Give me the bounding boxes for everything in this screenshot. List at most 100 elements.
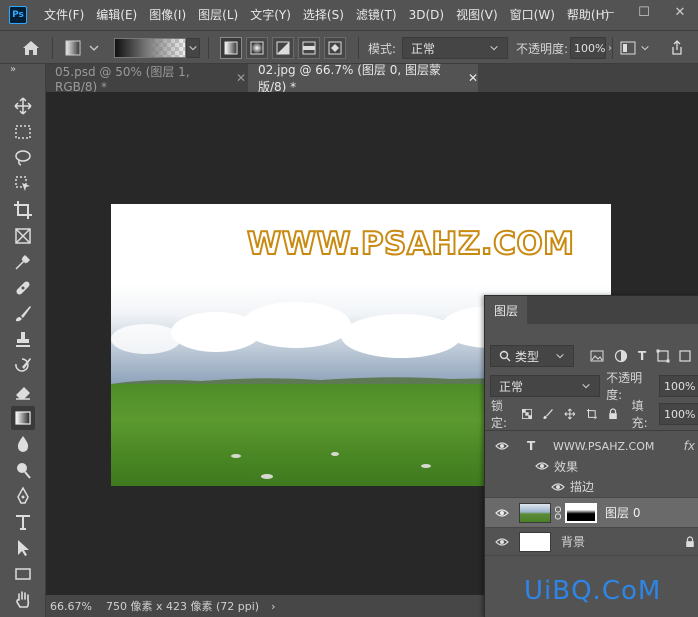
blend-opacity-row: 正常 不透明度: 100%: [485, 371, 698, 402]
layer-mask-thumbnail[interactable]: [565, 502, 597, 523]
photoshop-logo: Ps: [9, 6, 27, 24]
brush-tool[interactable]: [11, 302, 35, 326]
layer-name[interactable]: WWW.PSAHZ.COM: [553, 440, 654, 453]
visibility-eye-icon[interactable]: [535, 461, 549, 471]
layer-name[interactable]: 图层 0: [605, 504, 640, 521]
link-chain-icon[interactable]: [554, 506, 562, 520]
eyedropper-icon: [15, 254, 31, 270]
menu-layer[interactable]: 图层(L): [192, 0, 244, 30]
reflected-gradient-button[interactable]: [298, 37, 320, 59]
tab-05-psd[interactable]: 05.psd @ 50% (图层 1, RGB/8) * ✕: [46, 64, 246, 94]
maximize-button[interactable]: ☐: [626, 0, 662, 24]
smart-object-filter-icon[interactable]: [678, 349, 692, 363]
tools-panel: »: [0, 64, 46, 617]
menu-window[interactable]: 窗口(W): [504, 0, 561, 30]
marquee-tool[interactable]: [11, 120, 35, 144]
opacity-input[interactable]: 100%: [570, 37, 607, 59]
hand-tool[interactable]: [11, 588, 35, 612]
pen-icon: [17, 486, 29, 504]
visibility-eye-icon[interactable]: [495, 508, 509, 518]
angle-gradient-icon: [276, 41, 290, 55]
home-button[interactable]: [20, 36, 42, 60]
history-brush-tool[interactable]: [11, 354, 35, 378]
angle-gradient-button[interactable]: [272, 37, 294, 59]
home-icon: [23, 41, 39, 55]
layer-name[interactable]: 背景: [561, 533, 585, 550]
layer-row-background[interactable]: 背景: [485, 528, 698, 556]
menu-select[interactable]: 选择(S): [297, 0, 350, 30]
lasso-tool[interactable]: [11, 146, 35, 170]
pen-tool[interactable]: [11, 484, 35, 508]
gradient-tool[interactable]: [11, 406, 35, 430]
menu-filter[interactable]: 滤镜(T): [350, 0, 403, 30]
close-icon[interactable]: ✕: [236, 71, 246, 85]
mode-dropdown[interactable]: 正常: [402, 37, 509, 59]
menu-file[interactable]: 文件(F): [38, 0, 90, 30]
gradient-dropdown[interactable]: [186, 38, 200, 58]
chevron-right-icon[interactable]: ›: [271, 600, 275, 613]
tab-02-jpg[interactable]: 02.jpg @ 66.7% (图层 0, 图层蒙版/8) * ✕: [248, 63, 478, 94]
object-selection-tool[interactable]: [11, 172, 35, 196]
panel-toggle-button[interactable]: [620, 36, 650, 60]
fill-input[interactable]: 100%: [659, 403, 698, 425]
fill-value: 100%: [664, 407, 696, 421]
clone-stamp-tool[interactable]: [11, 328, 35, 352]
radial-gradient-button[interactable]: [246, 37, 268, 59]
visibility-eye-icon[interactable]: [495, 537, 509, 547]
gradient-icon: [15, 411, 31, 425]
dodge-tool[interactable]: [11, 458, 35, 482]
eraser-tool[interactable]: [11, 380, 35, 404]
zoom-level[interactable]: 66.67%: [50, 600, 100, 613]
lock-position-icon[interactable]: [564, 407, 576, 421]
menu-type[interactable]: 文字(Y): [244, 0, 297, 30]
filter-type-dropdown[interactable]: 类型: [490, 345, 574, 367]
eyedropper-tool[interactable]: [11, 250, 35, 274]
lock-artboard-icon[interactable]: [586, 407, 598, 421]
adjustment-filter-icon[interactable]: [614, 349, 628, 363]
linear-gradient-button[interactable]: [220, 37, 242, 59]
fx-icon[interactable]: fx: [684, 439, 695, 453]
gradient-type-group: [220, 36, 346, 60]
layer-row-layer-0[interactable]: 图层 0: [485, 498, 698, 528]
type-filter-icon[interactable]: T: [638, 349, 646, 363]
lock-transparent-pixels-icon[interactable]: [522, 408, 533, 420]
layers-tab[interactable]: 图层: [485, 296, 528, 324]
blend-mode-dropdown[interactable]: 正常: [490, 375, 601, 397]
lock-all-icon[interactable]: [608, 407, 618, 421]
rectangle-icon: [15, 568, 31, 580]
menu-3d[interactable]: 3D(D): [403, 0, 450, 30]
close-icon[interactable]: ✕: [468, 71, 478, 85]
chevron-down-icon: [89, 45, 99, 51]
gradient-swatch[interactable]: [114, 38, 186, 58]
blur-tool[interactable]: [11, 432, 35, 456]
layer-row-effects[interactable]: 效果: [485, 456, 698, 476]
tool-preset-picker[interactable]: [64, 36, 100, 60]
diamond-gradient-button[interactable]: [324, 37, 346, 59]
shape-tool[interactable]: [11, 562, 35, 586]
radial-gradient-icon: [250, 41, 264, 55]
canvas-title-text: WWW.PSAHZ.COM: [246, 225, 575, 263]
crop-tool[interactable]: [11, 198, 35, 222]
collapse-panel-icon[interactable]: »: [10, 64, 16, 75]
layer-opacity-input[interactable]: 100%: [659, 375, 698, 397]
menu-edit[interactable]: 编辑(E): [90, 0, 143, 30]
gradient-picker[interactable]: [114, 36, 200, 60]
visibility-eye-icon[interactable]: [495, 441, 509, 451]
path-selection-tool[interactable]: [11, 536, 35, 560]
type-tool[interactable]: [11, 510, 35, 534]
close-window-button[interactable]: ✕: [662, 0, 698, 24]
share-button[interactable]: [668, 36, 686, 60]
frame-tool[interactable]: [11, 224, 35, 248]
move-tool[interactable]: [11, 94, 35, 118]
layer-row-stroke-effect[interactable]: 描边: [485, 476, 698, 498]
visibility-eye-icon[interactable]: [551, 482, 565, 492]
mode-control: 模式: 正常: [368, 36, 509, 60]
shape-filter-icon[interactable]: [656, 349, 670, 363]
menu-image[interactable]: 图像(I): [143, 0, 192, 30]
image-filter-icon[interactable]: [590, 350, 604, 362]
minimize-button[interactable]: —: [590, 0, 626, 24]
lock-image-pixels-icon[interactable]: [542, 407, 554, 421]
healing-brush-tool[interactable]: [11, 276, 35, 300]
menu-view[interactable]: 视图(V): [450, 0, 504, 30]
lock-fill-row: 锁定: 填充: 100%: [485, 399, 698, 430]
